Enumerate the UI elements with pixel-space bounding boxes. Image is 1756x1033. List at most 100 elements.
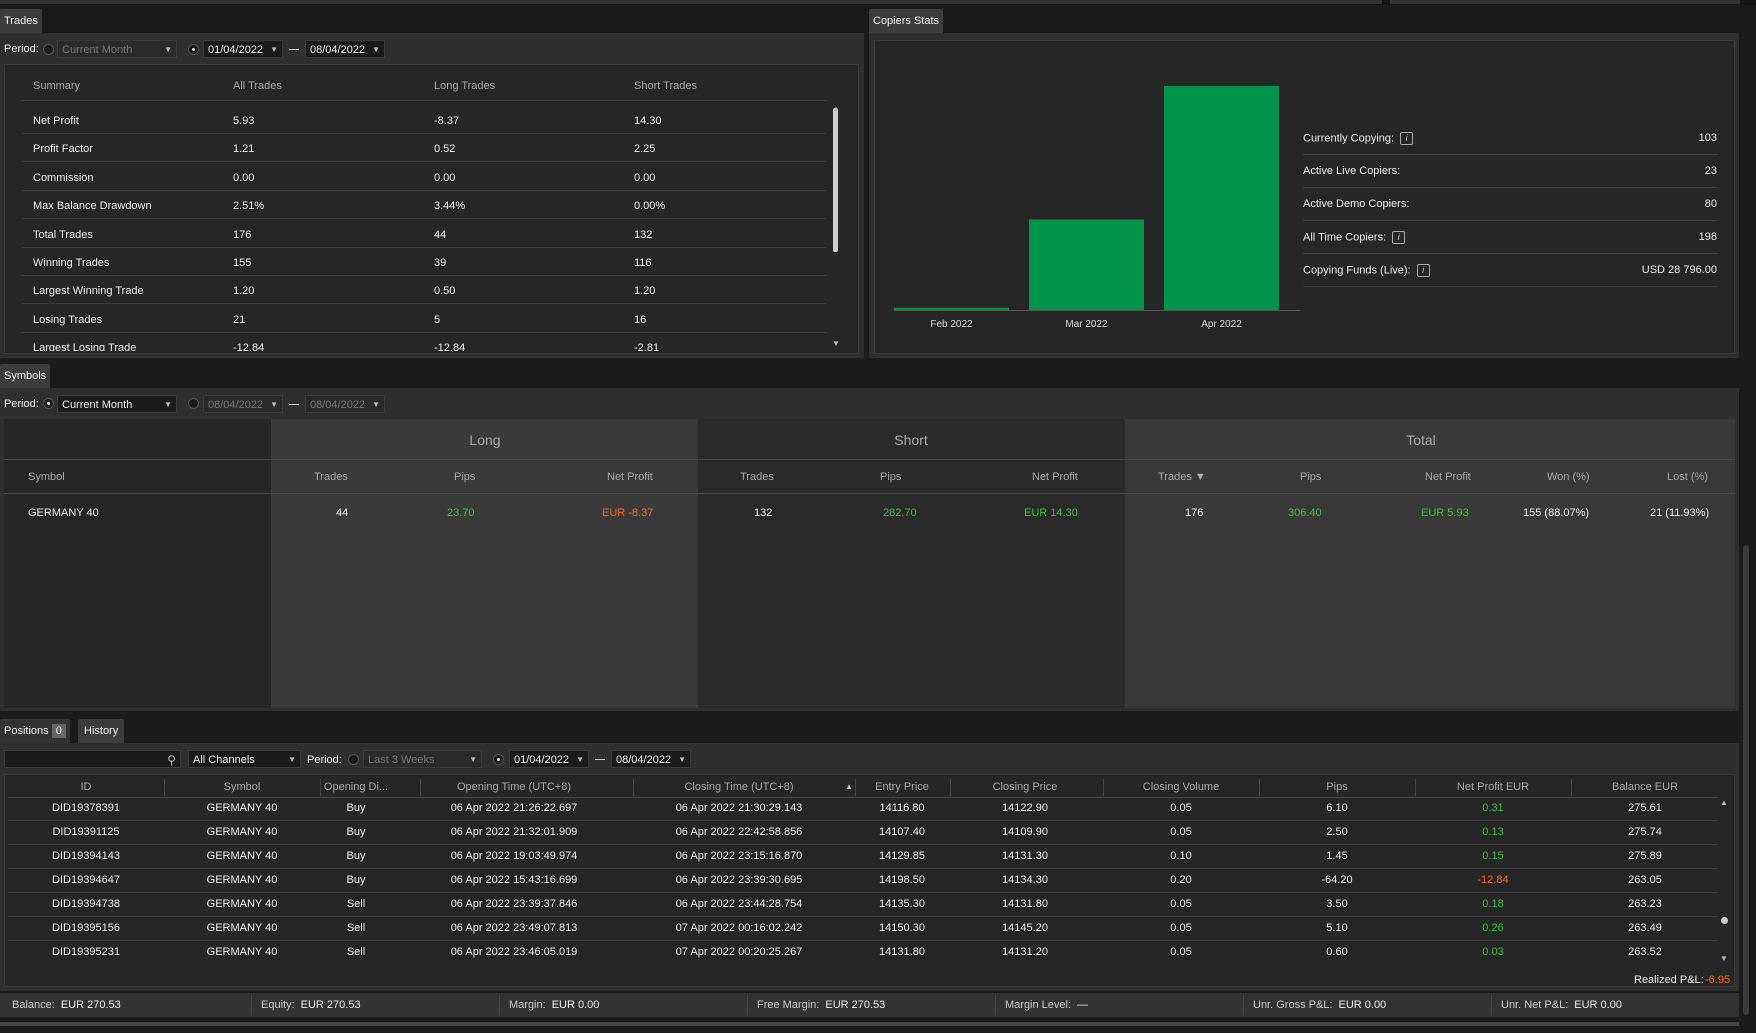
footer-separator — [1243, 995, 1244, 1015]
history-cell: 275.89 — [1628, 850, 1662, 862]
footer-item: Margin Level: — — [1005, 999, 1088, 1011]
history-cell: Sell — [346, 946, 366, 958]
footer-label: Unr. Gross P&L: — [1253, 999, 1333, 1011]
history-cell: 0.05 — [1170, 946, 1192, 958]
history-cell: 0.31 — [1482, 802, 1504, 814]
history-cell: Buy — [346, 826, 366, 838]
history-cell: Buy — [346, 802, 366, 814]
history-cell: 14145.20 — [1002, 922, 1048, 934]
realized-pl-label: Realized P&L: — [1634, 974, 1704, 986]
history-cell: GERMANY 40 — [206, 850, 278, 862]
history-cell: 0.05 — [1170, 802, 1192, 814]
history-cell: 0.60 — [1326, 946, 1348, 958]
footer-separator — [747, 995, 748, 1015]
history-cell: 0.20 — [1170, 874, 1192, 886]
history-cell: 14135.30 — [879, 898, 925, 910]
history-cell: 14129.85 — [879, 850, 925, 862]
history-cell: 06 Apr 2022 23:46:05.019 — [450, 946, 578, 958]
footer-value: — — [1077, 999, 1089, 1011]
history-cell: 263.52 — [1628, 946, 1662, 958]
bottom-strip — [0, 1022, 1739, 1026]
footer-label: Margin Level: — [1005, 999, 1072, 1011]
history-cell: 14107.40 — [879, 826, 925, 838]
history-row[interactable]: DID19394647 GERMANY 40 Buy 06 Apr 2022 15:4… — [8, 869, 1718, 893]
footer-label: Free Margin: — [757, 999, 820, 1011]
footer-value: EUR 270.53 — [60, 999, 121, 1011]
history-cell: 14116.80 — [879, 802, 925, 814]
history-cell: 0.05 — [1170, 898, 1192, 910]
history-cell: 14109.90 — [1002, 826, 1048, 838]
history-cell: 06 Apr 2022 21:32:01.909 — [450, 826, 578, 838]
history-cell: 06 Apr 2022 23:15:16.870 — [675, 850, 803, 862]
footer-value: EUR 0.00 — [1338, 999, 1387, 1011]
footer-value: EUR 270.53 — [300, 999, 361, 1011]
footer-label: Equity: — [261, 999, 295, 1011]
footer-separator — [251, 995, 252, 1015]
history-cell: Buy — [346, 874, 366, 886]
history-scrollbar-thumb[interactable] — [1721, 917, 1728, 924]
history-cell: DID19395156 — [52, 922, 120, 934]
history-cell: 06 Apr 2022 21:30:29.143 — [675, 802, 803, 814]
history-cell: 0.03 — [1482, 946, 1504, 958]
history-cell: 14122.90 — [1002, 802, 1048, 814]
history-cell: 06 Apr 2022 21:26:22.697 — [450, 802, 578, 814]
footer-label: Unr. Net P&L: — [1501, 999, 1569, 1011]
footer-item: Margin: EUR 0.00 — [509, 999, 599, 1011]
history-cell: 14131.20 — [1002, 946, 1048, 958]
page-scrollbar-thumb[interactable] — [1743, 545, 1749, 1015]
footer-item: Unr. Net P&L: EUR 0.00 — [1501, 999, 1622, 1011]
history-cell: 14134.30 — [1002, 874, 1048, 886]
history-cell: DID19394143 — [52, 850, 120, 862]
history-cell: 263.49 — [1628, 922, 1662, 934]
history-cell: DID19394647 — [52, 874, 120, 886]
history-cell: 0.26 — [1482, 922, 1504, 934]
history-cell: 14131.30 — [1002, 850, 1048, 862]
history-row[interactable]: DID19391125 GERMANY 40 Buy 06 Apr 2022 21:3… — [8, 821, 1718, 845]
history-cell: 06 Apr 2022 23:39:30.695 — [675, 874, 803, 886]
history-cell: GERMANY 40 — [206, 922, 278, 934]
history-cell: Buy — [346, 850, 366, 862]
footer-value: EUR 0.00 — [551, 999, 600, 1011]
history-cell: 1.45 — [1326, 850, 1348, 862]
history-row[interactable]: DID19395156 GERMANY 40 Sell 06 Apr 2022 23:… — [8, 917, 1718, 941]
history-cell: 14150.30 — [879, 922, 925, 934]
footer-label: Balance: — [12, 999, 55, 1011]
footer-value: EUR 270.53 — [825, 999, 886, 1011]
history-cell: 0.05 — [1170, 922, 1192, 934]
history-cell: 0.18 — [1482, 898, 1504, 910]
history-cell: 07 Apr 2022 00:20:25.267 — [675, 946, 803, 958]
history-cell: 14131.80 — [1002, 898, 1048, 910]
history-cell: 06 Apr 2022 23:44:28.754 — [675, 898, 803, 910]
history-row[interactable]: DID19395231 GERMANY 40 Sell 06 Apr 2022 23:… — [8, 941, 1718, 961]
scroll-up-icon[interactable]: ▲ — [1720, 798, 1728, 807]
history-cell: GERMANY 40 — [206, 946, 278, 958]
history-cell: Sell — [346, 898, 366, 910]
history-row[interactable]: DID19394738 GERMANY 40 Sell 06 Apr 2022 23:… — [8, 893, 1718, 917]
history-cell: 14131.80 — [879, 946, 925, 958]
history-cell: DID19394738 — [52, 898, 120, 910]
history-cell: 06 Apr 2022 22:42:58.856 — [675, 826, 803, 838]
history-row[interactable]: DID19394143 GERMANY 40 Buy 06 Apr 2022 19:0… — [8, 845, 1718, 869]
history-cell: -12.84 — [1477, 874, 1509, 886]
history-cell: 6.10 — [1326, 802, 1348, 814]
footer-item: Equity: EUR 270.53 — [261, 999, 361, 1011]
history-cell: 06 Apr 2022 19:03:49.974 — [450, 850, 578, 862]
history-cell: 06 Apr 2022 23:49:07.813 — [450, 922, 578, 934]
footer-item: Balance: EUR 270.53 — [12, 999, 121, 1011]
history-cell: 5.10 — [1326, 922, 1348, 934]
history-cell: 06 Apr 2022 15:43:16.699 — [450, 874, 578, 886]
history-cell: 275.74 — [1628, 826, 1662, 838]
history-cell: GERMANY 40 — [206, 874, 278, 886]
footer-value: EUR 0.00 — [1574, 999, 1622, 1011]
footer-separator — [1491, 995, 1492, 1015]
history-cell: 14198.50 — [879, 874, 925, 886]
history-row[interactable]: DID19378391 GERMANY 40 Buy 06 Apr 2022 21:2… — [8, 797, 1718, 821]
history-cell: 07 Apr 2022 00:16:02.242 — [675, 922, 803, 934]
history-cell: 3.50 — [1326, 898, 1348, 910]
history-cell: GERMANY 40 — [206, 826, 278, 838]
history-cell: 275.61 — [1628, 802, 1662, 814]
footer-label: Margin: — [509, 999, 546, 1011]
footer-separator — [995, 995, 996, 1015]
scroll-down-icon[interactable]: ▼ — [1720, 954, 1728, 963]
history-cell: 2.50 — [1326, 826, 1348, 838]
